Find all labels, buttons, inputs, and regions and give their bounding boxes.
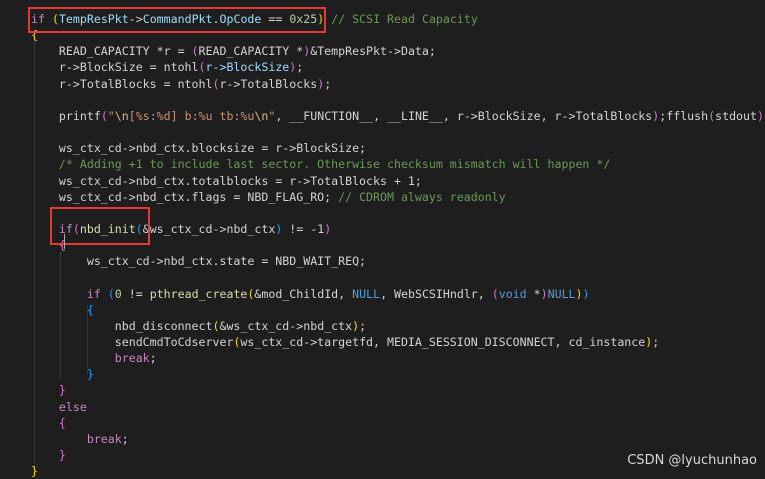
code-token: }: [58, 383, 66, 397]
code-token: // CDROM always readonly: [338, 190, 506, 204]
code-token: }: [58, 448, 66, 462]
code-token: [%s:%d] b:%u tb:%u: [128, 109, 255, 123]
code-token: r->BlockSize: [205, 60, 290, 74]
code-token: r->TotalBlocks: [219, 77, 318, 91]
code-line: ws_ctx_cd->nbd_ctx.totalblocks = r->Tota…: [31, 173, 422, 189]
code-token: ;: [652, 335, 660, 349]
code-token: // SCSI Read Capacity: [331, 12, 478, 26]
code-token: , __FUNCTION__, __LINE__, r->BlockSize, …: [275, 109, 653, 123]
code-token: *: [526, 287, 541, 301]
code-token: nbd_disconnect: [31, 319, 213, 333]
code-token: sendCmdToCdserver: [31, 335, 234, 349]
code-token: ws_ctx_cd->nbd_ctx.flags = NBD_FLAG_RO;: [31, 190, 339, 204]
code-token: ;: [296, 60, 304, 74]
code-token: ;: [324, 77, 332, 91]
code-line: if (0 != pthread_create ( &mod_ChildId, NU…: [31, 286, 590, 302]
code-token: void: [498, 287, 527, 301]
code-token: \n: [114, 109, 129, 123]
code-token: (: [100, 109, 108, 123]
code-line: ws_ctx_cd->nbd_ctx.flags = NBD_FLAG_RO; …: [31, 189, 506, 205]
code-line: }: [31, 382, 66, 398]
code-line: }: [31, 447, 66, 463]
code-token: pthread_create: [149, 287, 248, 301]
code-token: &ws_ctx_cd->nbd_ctx: [219, 319, 353, 333]
code-token: READ_CAPACITY *r =: [31, 44, 192, 58]
code-token: ws_ctx_cd->nbd_ctx.totalblocks = r->Tota…: [31, 174, 422, 188]
code-line: sendCmdToCdserver(ws_ctx_cd->targetfd, M…: [31, 334, 659, 350]
indent-guide: [34, 42, 35, 466]
code-token: ): [575, 287, 583, 301]
code-line: READ_CAPACITY *r = (READ_CAPACITY *)&Tem…: [31, 43, 436, 59]
code-line: {: [31, 302, 94, 318]
code-token: != -1: [282, 222, 325, 236]
indent-guide: [87, 306, 88, 374]
code-token: (: [491, 287, 499, 301]
code-line: r->TotalBlocks = ntohl(r->TotalBlocks);: [31, 76, 331, 92]
code-token: , WebSCSIHndlr,: [380, 287, 492, 301]
code-line: printf("\n[%s:%d] b:%u tb:%u\n", __FUNCT…: [31, 108, 765, 124]
code-token: if: [86, 287, 101, 301]
code-token: NULL: [352, 287, 381, 301]
code-token: }: [31, 464, 38, 478]
code-token: NULL: [547, 287, 576, 301]
code-line: break;: [31, 350, 157, 366]
code-token: ): [540, 287, 548, 301]
code-token: {: [58, 416, 66, 430]
code-line: {: [31, 415, 66, 431]
code-token: ws_ctx_cd->nbd_ctx.state = NBD_WAIT_REQ;: [31, 254, 367, 268]
code-token: (: [191, 44, 199, 58]
code-token: ;: [149, 351, 157, 365]
code-token: ws_ctx_cd->nbd_ctx.blocksize = r->BlockS…: [31, 141, 367, 155]
code-editor[interactable]: if (TempResPkt->CommandPkt.OpCode == 0x2…: [0, 0, 765, 478]
code-token: r->TotalBlocks = ntohl: [31, 77, 213, 91]
code-token: printf: [31, 109, 101, 123]
code-token: &ws_ctx_cd->nbd_ctx: [142, 222, 276, 236]
indent-guide: [60, 252, 61, 380]
code-line: }: [31, 366, 94, 382]
code-token: break: [31, 351, 150, 365]
code-token: (: [107, 287, 115, 301]
code-token: ;: [359, 319, 367, 333]
watermark: CSDN @lyuchunhao: [627, 453, 757, 468]
code-token: &mod_ChildId,: [254, 287, 353, 301]
code-token: r->BlockSize = ntohl: [31, 60, 199, 74]
code-token: \n: [254, 109, 269, 123]
code-token: /* Adding +1 to include last sector. Oth…: [31, 157, 611, 171]
code-token: stdout: [715, 109, 757, 123]
code-line: /* Adding +1 to include last sector. Oth…: [31, 156, 610, 172]
code-token: ;fflush: [659, 109, 709, 123]
code-token: ": [107, 109, 115, 123]
code-token: ): [757, 109, 764, 123]
code-line: nbd_disconnect(&ws_ctx_cd->nbd_ctx);: [31, 318, 366, 334]
code-token: (: [198, 60, 206, 74]
code-token: ): [324, 222, 332, 236]
code-token: READ_CAPACITY *: [198, 44, 304, 58]
highlight-box-if-condition: [28, 7, 326, 33]
code-token: ): [582, 287, 590, 301]
code-line: else: [31, 399, 87, 415]
code-token: &TempResPkt->Data;: [310, 44, 436, 58]
text-cursor: [64, 234, 65, 249]
code-line: r->BlockSize = ntohl(r->BlockSize);: [31, 59, 303, 75]
highlight-box-nbd-init: [50, 207, 150, 245]
code-token: ;: [121, 432, 129, 446]
code-token: break: [31, 432, 122, 446]
code-token: 0: [114, 287, 122, 301]
code-token: !=: [121, 287, 150, 301]
code-line: ws_ctx_cd->nbd_ctx.state = NBD_WAIT_REQ;: [31, 253, 366, 269]
code-line: ws_ctx_cd->nbd_ctx.blocksize = r->BlockS…: [31, 140, 366, 156]
code-token: ws_ctx_cd->targetfd, MEDIA_SESSION_DISCO…: [240, 335, 646, 349]
code-token: else: [31, 400, 87, 414]
code-line: break;: [31, 431, 129, 447]
